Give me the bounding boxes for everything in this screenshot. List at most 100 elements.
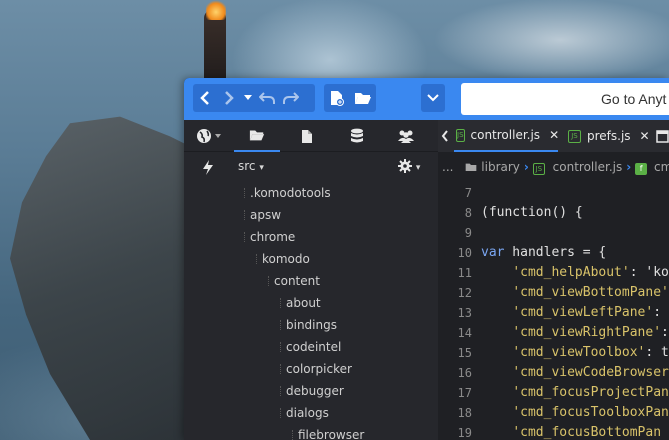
places-settings-button[interactable]: ▾ bbox=[398, 159, 420, 176]
breadcrumb: ... library › JS controller.js › f cmc bbox=[438, 152, 669, 182]
gear-icon bbox=[398, 159, 412, 173]
breadcrumb-item-library[interactable]: library bbox=[465, 160, 520, 174]
chevron-left-icon bbox=[200, 91, 209, 105]
chevron-right-icon: › bbox=[523, 160, 529, 174]
breadcrumb-label: library bbox=[481, 160, 520, 174]
code-line: 'cmd_viewRightPane': bbox=[512, 325, 669, 340]
code-line: var handlers = { bbox=[481, 245, 607, 260]
places-toolbar: src ▾ ▾ bbox=[184, 152, 438, 182]
code-line: 'cmd_focusToolboxPan bbox=[481, 405, 669, 420]
line-number: 19 bbox=[457, 426, 472, 440]
folder-icon bbox=[466, 163, 477, 171]
code-line: 'cmd_viewLeftPane': bbox=[512, 305, 662, 320]
main-toolbar: Go to Anyt bbox=[184, 78, 669, 120]
code-string: 'cmd_viewBottomPane' bbox=[512, 285, 669, 300]
lightning-icon[interactable] bbox=[202, 160, 214, 178]
tab-controller-js[interactable]: JS controller.js ✕ bbox=[454, 120, 559, 152]
tab-database[interactable] bbox=[342, 120, 372, 152]
code-string: 'cmd_helpAbout' bbox=[512, 265, 630, 280]
breadcrumb-ellipsis[interactable]: ... bbox=[442, 160, 453, 174]
tree-item[interactable]: chrome bbox=[243, 226, 295, 248]
line-number: 11 bbox=[457, 266, 472, 280]
forward-button[interactable] bbox=[217, 84, 241, 112]
line-number: 17 bbox=[457, 386, 472, 400]
tree-item[interactable]: komodo bbox=[256, 248, 310, 270]
tab-files[interactable] bbox=[292, 120, 322, 152]
places-root-selector[interactable]: src ▾ bbox=[238, 159, 264, 173]
chevron-left-icon bbox=[441, 130, 448, 142]
line-number: 12 bbox=[457, 286, 472, 300]
code-area[interactable]: 7 8 (function() {9 10 var handlers = {11 'cm… bbox=[438, 182, 669, 440]
close-icon[interactable]: ✕ bbox=[549, 128, 559, 142]
close-icon[interactable]: ✕ bbox=[640, 129, 650, 143]
breadcrumb-item-controller[interactable]: JS controller.js bbox=[532, 160, 622, 175]
history-dropdown-button[interactable] bbox=[241, 84, 255, 112]
editor-tabs: JS controller.js ✕ JS prefs.js ✕ bbox=[438, 120, 669, 152]
folder-open-icon bbox=[355, 93, 371, 104]
users-icon bbox=[398, 130, 414, 143]
open-folder-button[interactable] bbox=[350, 84, 376, 112]
tree-item[interactable]: filebrowser bbox=[291, 424, 364, 440]
line-number: 10 bbox=[457, 246, 472, 260]
code-keyword: var bbox=[481, 245, 505, 260]
caret-down-icon: ▾ bbox=[259, 163, 264, 173]
tree-item[interactable]: .komodotools bbox=[244, 182, 331, 204]
tree-item[interactable]: about bbox=[280, 292, 321, 314]
code-string: 'cmd_focusBottomPan bbox=[512, 425, 662, 440]
tree-item[interactable]: apsw bbox=[243, 204, 281, 226]
tab-places-globe[interactable] bbox=[192, 120, 226, 152]
breadcrumb-item-symbol[interactable]: f cmc bbox=[635, 160, 669, 175]
new-file-button[interactable] bbox=[324, 84, 350, 112]
undo-icon bbox=[259, 92, 275, 104]
line-number: 9 bbox=[464, 226, 472, 240]
code-line: 'cmd_viewToolbox': t bbox=[512, 345, 669, 360]
code-line: 'cmd_focusProjectPan bbox=[481, 385, 669, 400]
function-icon: f bbox=[635, 162, 648, 175]
caret-down-icon bbox=[244, 95, 252, 100]
line-number: 16 bbox=[457, 366, 472, 380]
js-file-icon: JS bbox=[568, 129, 581, 143]
line-number: 14 bbox=[457, 326, 472, 340]
tab-prefs-js[interactable]: JS prefs.js ✕ bbox=[568, 120, 660, 152]
code-line: 'cmd_viewBottomPane' bbox=[481, 285, 669, 300]
left-pane-tabs bbox=[184, 120, 438, 152]
code-line: 'cmd_helpAbout': 'ko bbox=[512, 265, 669, 280]
tree-item[interactable]: codeintel bbox=[279, 336, 341, 358]
editor-pane: JS controller.js ✕ JS prefs.js ✕ ... lib… bbox=[438, 120, 669, 440]
tab-collaboration[interactable] bbox=[390, 120, 422, 152]
code-string: 'cmd_viewLeftPane' bbox=[512, 305, 654, 320]
back-button[interactable] bbox=[193, 84, 217, 112]
code-string: 'cmd_focusProjectPan bbox=[512, 385, 669, 400]
breadcrumb-label: cmc bbox=[654, 159, 669, 174]
places-root-label: src bbox=[238, 159, 256, 173]
tree-item[interactable]: content bbox=[268, 270, 320, 292]
js-file-icon: JS bbox=[532, 162, 545, 175]
tab-label: controller.js bbox=[470, 128, 541, 142]
line-number: 8 bbox=[464, 206, 472, 220]
go-to-anything-field[interactable]: Go to Anyt bbox=[461, 83, 669, 115]
line-number: 18 bbox=[457, 406, 472, 420]
folder-open-icon bbox=[249, 130, 265, 141]
tree-item[interactable]: debugger bbox=[280, 380, 344, 402]
file-tree: .komodotools apsw chrome komodo content … bbox=[184, 182, 438, 440]
code-string: 'cmd_viewRightPane' bbox=[512, 325, 662, 340]
tree-item[interactable]: dialogs bbox=[280, 402, 329, 424]
code-string: 'cmd_viewCodeBrowser' bbox=[512, 365, 669, 380]
caret-down-icon: ▾ bbox=[415, 163, 421, 173]
left-pane: src ▾ ▾ .komodotools apsw chrome komodo … bbox=[184, 120, 438, 440]
tab-places[interactable] bbox=[234, 120, 280, 152]
tree-item[interactable]: bindings bbox=[280, 314, 337, 336]
code-string: 'cmd_focusToolboxPan bbox=[512, 405, 669, 420]
redo-icon bbox=[283, 92, 299, 104]
new-file-icon bbox=[331, 91, 344, 106]
undo-button[interactable] bbox=[255, 84, 279, 112]
chevron-right-icon bbox=[225, 91, 234, 105]
redo-button[interactable] bbox=[279, 84, 303, 112]
navigation-group bbox=[193, 84, 315, 112]
tabs-scroll-left-button[interactable] bbox=[438, 120, 452, 152]
tree-item[interactable]: colorpicker bbox=[280, 358, 352, 380]
more-dropdown-button[interactable] bbox=[421, 84, 445, 112]
tab-overflow[interactable] bbox=[656, 120, 669, 152]
tab-label: prefs.js bbox=[587, 129, 631, 143]
chevron-down-icon bbox=[427, 94, 439, 102]
